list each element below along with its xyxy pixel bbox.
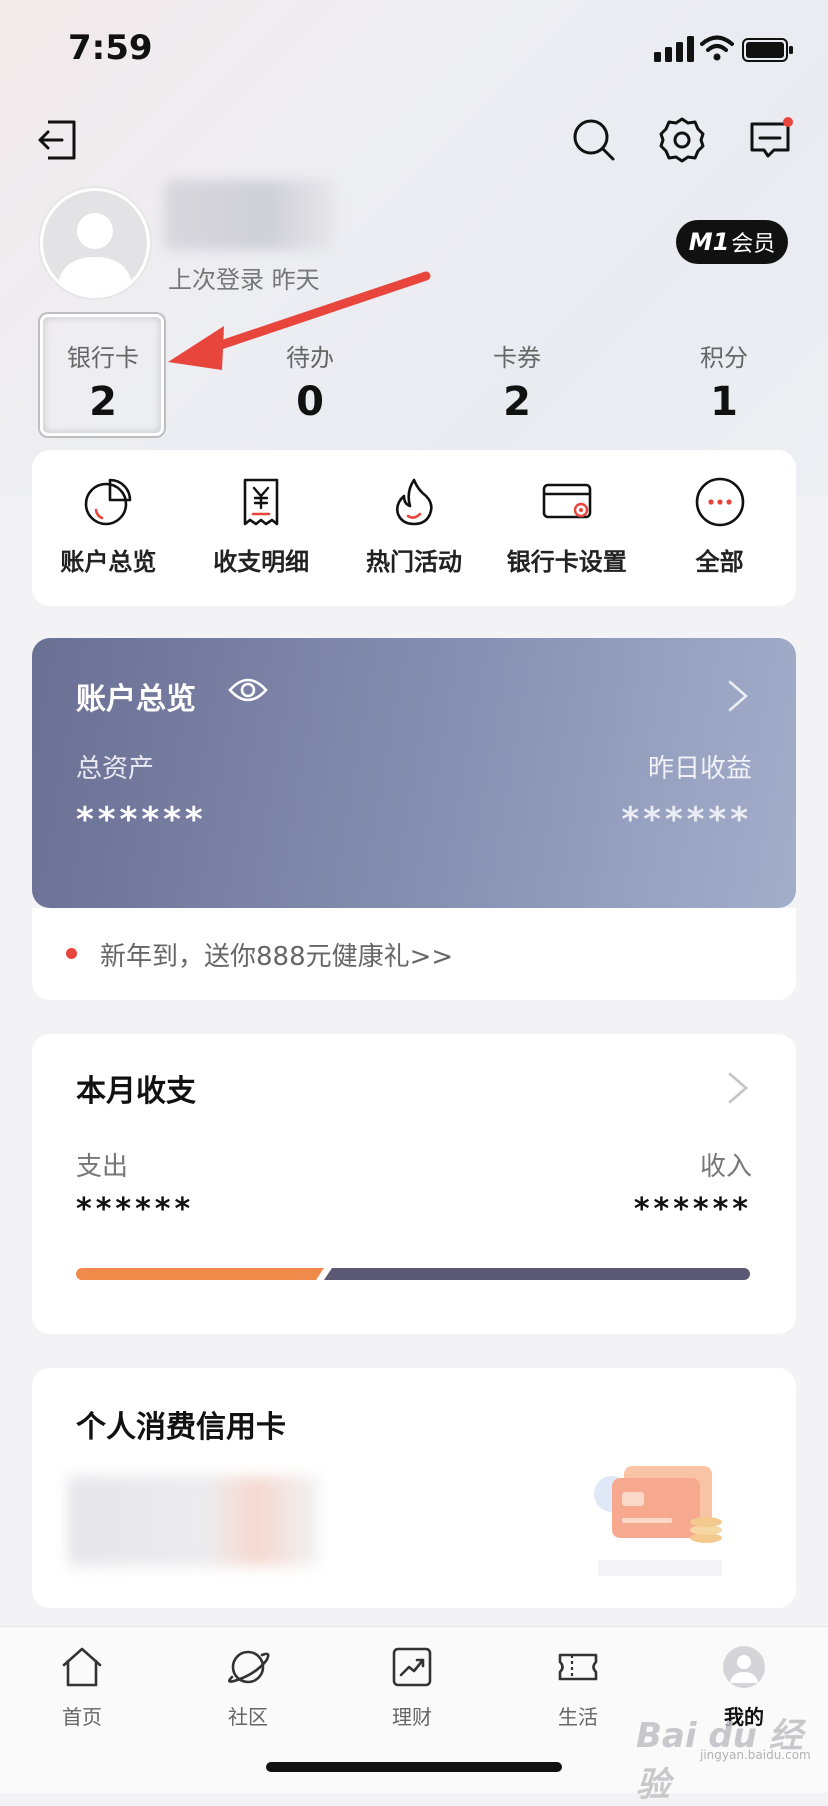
tab-label: 社区 [228, 1705, 268, 1729]
credit-card-illustration-icon [594, 1466, 722, 1576]
wifi-icon [700, 35, 734, 61]
stat-value: 0 [296, 379, 324, 425]
quick-action-hot-events[interactable]: 热门活动 [338, 450, 491, 606]
stat-value: 1 [710, 379, 738, 425]
quick-action-label: 银行卡设置 [506, 548, 627, 576]
stat-points[interactable]: 积分 1 [659, 338, 789, 425]
avatar[interactable] [40, 188, 150, 298]
monthly-title: 本月收支 [76, 1074, 196, 1109]
tab-community[interactable]: 社区 [198, 1645, 298, 1730]
yesterday-income-value: ****** [621, 800, 752, 840]
quick-actions-panel: 账户总览 收支明细 热门活动 银行卡设置 全部 [32, 450, 796, 606]
stat-label: 积分 [700, 344, 748, 372]
planet-icon [228, 1650, 270, 1684]
chevron-right-icon[interactable] [726, 1070, 750, 1106]
member-badge-label: 会员 [731, 232, 776, 257]
home-icon [62, 1647, 102, 1687]
income-label: 收入 [699, 1152, 752, 1182]
income-value: ****** [633, 1192, 752, 1227]
card-settings-icon [542, 483, 592, 519]
battery-icon [742, 38, 793, 62]
quick-action-label: 热门活动 [365, 548, 462, 576]
member-badge[interactable]: M1 会员 [676, 220, 788, 264]
expense-value: ****** [76, 1192, 195, 1227]
receipt-icon [243, 478, 279, 526]
red-arrow-annotation-icon [168, 271, 431, 370]
promo-dot [66, 948, 77, 959]
pie-chart-icon [85, 478, 132, 526]
stat-value: 2 [503, 379, 531, 425]
promo-text: 新年到，送你888元健康礼>> [100, 942, 454, 972]
tab-home[interactable]: 首页 [32, 1645, 132, 1730]
stat-label: 银行卡 [67, 344, 139, 372]
monthly-income-expense-card[interactable]: 本月收支 支出 收入 ****** ****** [32, 1034, 796, 1334]
quick-action-account-overview[interactable]: 账户总览 [32, 450, 185, 606]
watermark-url: jingyan.baidu.com [700, 1748, 811, 1762]
ticket-icon [558, 1653, 598, 1681]
avatar-placeholder-icon [43, 191, 147, 295]
credit-title: 个人消费信用卡 [76, 1410, 286, 1445]
quick-action-label: 全部 [695, 548, 744, 576]
gear-icon[interactable] [658, 116, 706, 164]
income-expense-ratio-bar [76, 1268, 750, 1280]
flame-icon [395, 478, 433, 526]
message-icon[interactable] [746, 116, 794, 164]
cellular-signal-icon [654, 36, 694, 62]
stat-coupons[interactable]: 卡券 2 [452, 338, 582, 425]
quick-action-all[interactable]: 全部 [643, 450, 796, 606]
chart-trend-icon [392, 1647, 432, 1687]
chevron-right-icon[interactable] [726, 678, 750, 714]
expense-label: 支出 [76, 1152, 129, 1182]
blurred-content [68, 1476, 318, 1566]
home-indicator[interactable] [266, 1762, 562, 1772]
overview-title: 账户总览 [76, 682, 196, 717]
tab-life[interactable]: 生活 [528, 1645, 628, 1730]
quick-action-label: 收支明细 [213, 548, 310, 576]
eye-icon[interactable] [228, 676, 268, 704]
more-icon [695, 477, 744, 527]
stat-bank-card[interactable]: 银行卡 2 [38, 338, 168, 425]
promo-banner[interactable]: 新年到，送你888元健康礼>> [32, 908, 796, 1000]
total-assets-label: 总资产 [76, 754, 155, 784]
credit-card-section[interactable]: 个人消费信用卡 [32, 1368, 796, 1608]
stat-label: 卡券 [493, 344, 541, 372]
logout-icon[interactable] [34, 116, 82, 164]
total-assets-value: ****** [76, 800, 207, 840]
tab-label: 首页 [62, 1705, 102, 1729]
status-time: 7:59 [68, 28, 153, 68]
quick-action-card-settings[interactable]: 银行卡设置 [490, 450, 643, 606]
yesterday-income-label: 昨日收益 [647, 754, 752, 784]
tab-wealth[interactable]: 理财 [362, 1645, 462, 1730]
tab-label: 生活 [558, 1705, 598, 1729]
avatar-icon [723, 1646, 765, 1688]
account-overview-card[interactable]: 账户总览 总资产 昨日收益 ****** ****** [32, 638, 796, 908]
tab-label: 理财 [392, 1705, 432, 1729]
username-blurred [164, 180, 334, 250]
member-badge-level: M1 [688, 228, 730, 256]
search-icon[interactable] [570, 116, 618, 164]
quick-action-label: 账户总览 [60, 548, 157, 576]
quick-action-transactions[interactable]: 收支明细 [185, 450, 338, 606]
stat-value: 2 [89, 379, 117, 425]
